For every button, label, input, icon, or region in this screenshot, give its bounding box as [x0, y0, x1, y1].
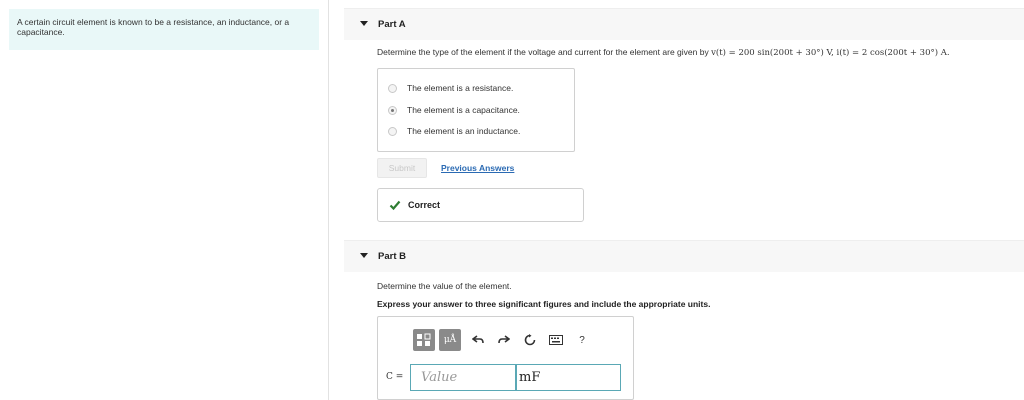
choice-label: The element is a resistance.: [407, 83, 514, 93]
part-b-title: Part B: [378, 251, 406, 262]
problem-panel: A certain circuit element is known to be…: [0, 0, 329, 400]
value-input[interactable]: Value: [410, 364, 516, 391]
answer-choices: The element is a resistance. The element…: [377, 68, 575, 152]
redo-icon[interactable]: [495, 331, 513, 349]
part-b-instruction: Express your answer to three significant…: [377, 299, 711, 309]
answer-entry: μÅ ? C = Value mF: [377, 316, 634, 400]
unit-input[interactable]: mF: [516, 364, 621, 391]
part-b-question: Determine the value of the element.: [377, 281, 512, 291]
part-a-formula: v(t) = 200 sin(200t + 30°) V, i(t) = 2 c…: [711, 48, 950, 58]
templates-button[interactable]: [413, 329, 435, 351]
radio-button[interactable]: [388, 126, 397, 136]
undo-icon[interactable]: [469, 331, 487, 349]
part-a-header[interactable]: Part A: [344, 8, 1024, 40]
radio-button[interactable]: [388, 83, 397, 93]
choice-capacitance[interactable]: The element is a capacitance.: [388, 103, 520, 117]
parts-panel: Part A Determine the type of the element…: [330, 0, 1024, 400]
keyboard-icon[interactable]: [547, 331, 565, 349]
reset-icon[interactable]: [521, 331, 539, 349]
problem-text: A certain circuit element is known to be…: [17, 17, 290, 37]
part-a-question: Determine the type of the element if the…: [377, 47, 950, 58]
previous-answers-link[interactable]: Previous Answers: [441, 163, 514, 173]
caret-down-icon[interactable]: [360, 21, 368, 26]
part-b-header[interactable]: Part B: [344, 240, 1024, 272]
choice-label: The element is a capacitance.: [407, 105, 520, 115]
problem-statement: A certain circuit element is known to be…: [9, 9, 319, 50]
part-a-question-text: Determine the type of the element if the…: [377, 47, 709, 57]
variable-label: C =: [386, 372, 404, 382]
templates-icon: [417, 333, 431, 346]
math-toolbar: μÅ ?: [413, 329, 595, 351]
radio-button-selected[interactable]: [388, 105, 397, 115]
submit-button[interactable]: Submit: [377, 158, 427, 178]
choice-resistance[interactable]: The element is a resistance.: [388, 81, 513, 95]
result-label: Correct: [408, 200, 441, 210]
part-a-title: Part A: [378, 19, 406, 30]
checkmark-icon: [389, 200, 401, 211]
caret-down-icon[interactable]: [360, 253, 368, 258]
result-feedback: Correct: [377, 188, 584, 222]
choice-inductance[interactable]: The element is an inductance.: [388, 124, 520, 138]
help-icon[interactable]: ?: [573, 331, 591, 349]
units-button[interactable]: μÅ: [439, 329, 461, 351]
choice-label: The element is an inductance.: [407, 126, 521, 136]
